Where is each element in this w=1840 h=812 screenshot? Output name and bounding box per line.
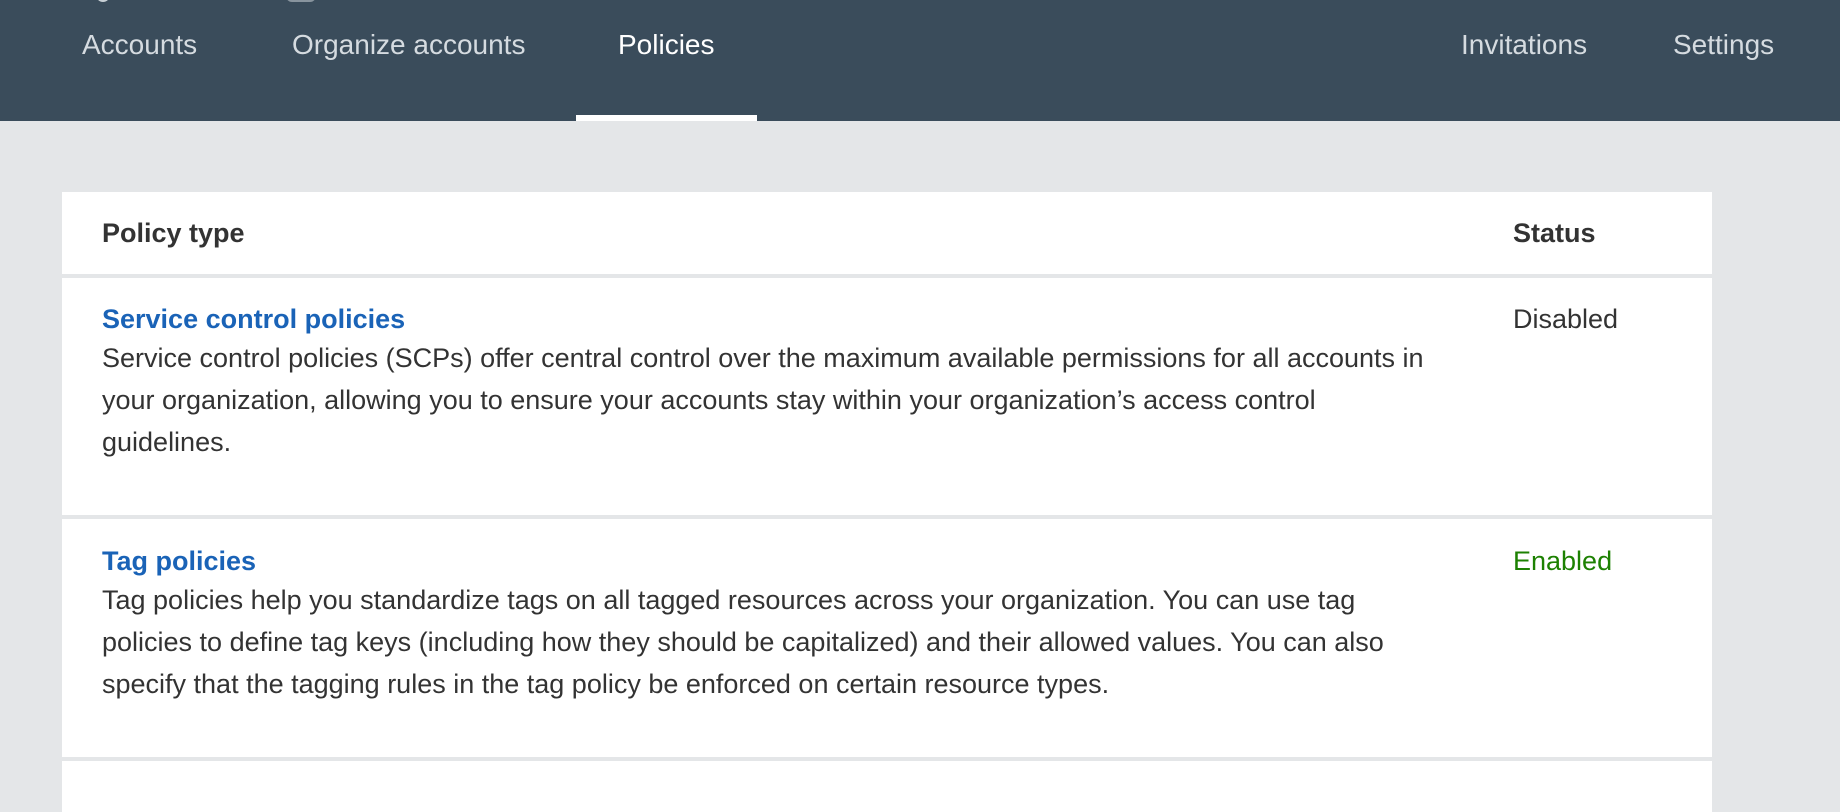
service-control-policies-status: Disabled — [1513, 304, 1619, 334]
tab-settings[interactable]: Settings — [1673, 0, 1774, 121]
table-header: Policy type Status — [62, 192, 1712, 274]
tab-invitations-label: Invitations — [1461, 28, 1588, 60]
row-divider — [62, 757, 1712, 761]
tab-accounts-label: Accounts — [82, 28, 198, 60]
tab-policies[interactable]: Policies — [618, 0, 714, 121]
service-control-policies-link[interactable]: Service control policies — [102, 304, 405, 335]
column-header-policy-type: Policy type — [102, 218, 245, 248]
tab-policies-label: Policies — [618, 28, 715, 60]
tag-policies-description: Tag policies help you standardize tags o… — [102, 585, 1384, 699]
row-divider — [62, 515, 1712, 519]
column-header-status: Status — [1513, 218, 1596, 248]
tab-organize-accounts-label: Organize accounts — [292, 28, 526, 60]
header-divider — [62, 274, 1712, 278]
tab-accounts[interactable]: Accounts — [82, 0, 197, 121]
service-control-policies-description: Service control policies (SCPs) offer ce… — [102, 343, 1424, 457]
active-tab-indicator — [576, 115, 757, 121]
top-navigation-bar: Accounts Organize accounts Policies Invi… — [0, 0, 1840, 121]
tag-policies-link[interactable]: Tag policies — [102, 546, 256, 577]
tag-policies-status: Enabled — [1513, 546, 1613, 576]
tab-organize-accounts[interactable]: Organize accounts — [292, 0, 525, 121]
policy-types-table: Policy type Status Service control polic… — [62, 192, 1712, 812]
tab-settings-label: Settings — [1673, 28, 1775, 60]
tab-invitations[interactable]: Invitations — [1461, 0, 1587, 121]
